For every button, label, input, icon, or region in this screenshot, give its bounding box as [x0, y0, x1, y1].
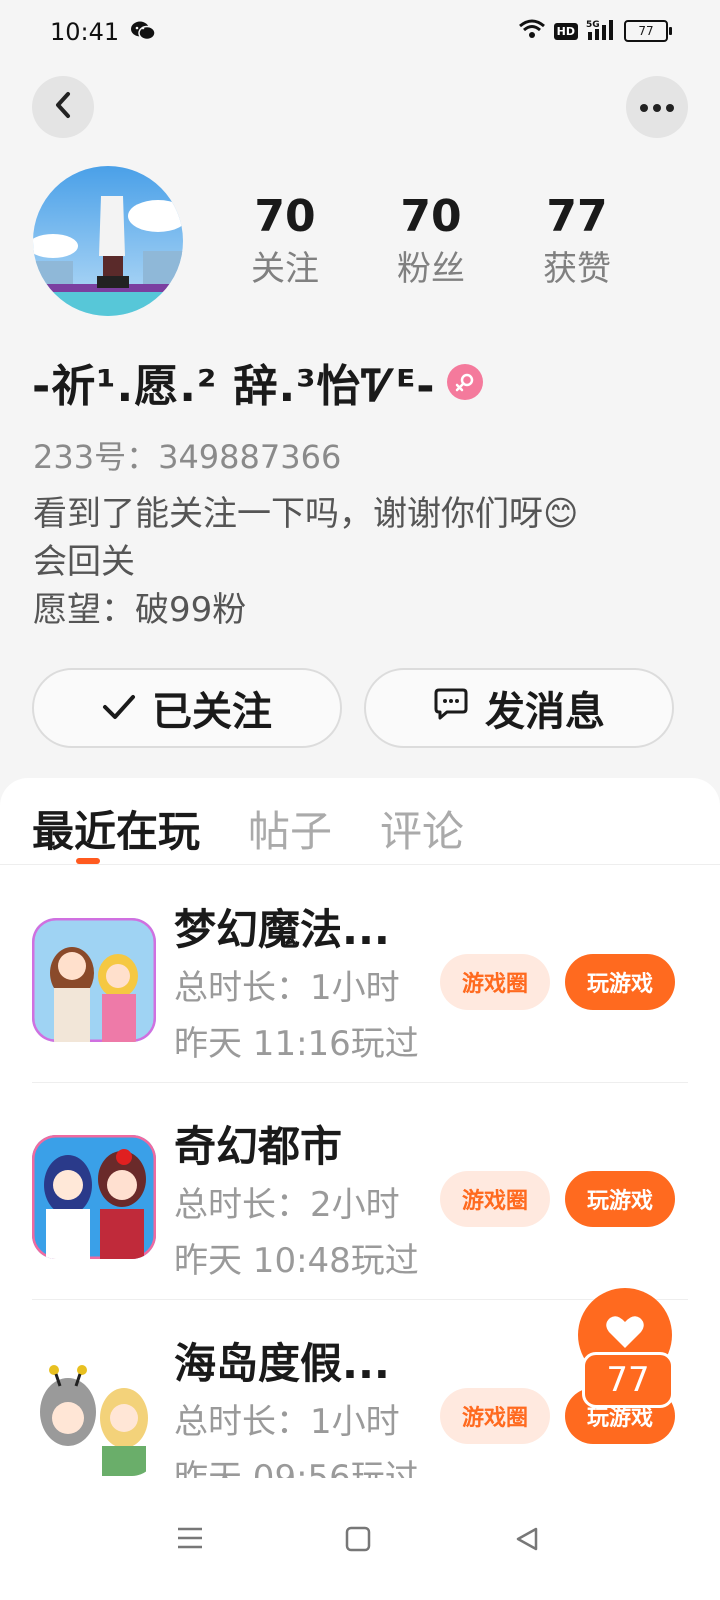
user-id: 233号：349887366	[33, 438, 342, 476]
game-last-played: 昨天 11:16玩过	[174, 1024, 419, 1064]
game-name: 梦幻魔法...	[174, 905, 390, 954]
status-bar: 10:41 HD 5G 77	[0, 0, 720, 66]
send-message-button[interactable]: 发消息	[364, 668, 674, 748]
stat-label: 关注	[251, 249, 319, 289]
tab-posts[interactable]: 帖子	[248, 798, 332, 859]
stat-value: 70	[254, 191, 316, 242]
status-time: 10:41	[50, 18, 120, 46]
system-icons: HD 5G 77	[518, 18, 672, 44]
stat-following[interactable]: 70 关注	[212, 190, 358, 294]
hd-icon: HD	[553, 22, 578, 40]
tab-comments[interactable]: 评论	[380, 798, 464, 859]
tab-bar: 最近在玩 帖子 评论	[32, 798, 464, 859]
content-panel: 最近在玩 帖子 评论 梦幻魔法... 总时长：1小时 昨天 11:16玩过 游戏…	[0, 778, 720, 1600]
game-duration: 总时长：1小时	[174, 1402, 400, 1442]
tab-recently-played[interactable]: 最近在玩	[32, 798, 200, 859]
list-item[interactable]: 梦幻魔法... 总时长：1小时 昨天 11:16玩过 游戏圈 玩游戏	[0, 866, 720, 1083]
stat-value: 70	[400, 191, 462, 242]
wechat-icon	[130, 20, 156, 46]
female-gender-icon	[447, 364, 484, 400]
list-item[interactable]: 奇幻都市 总时长：2小时 昨天 10:48玩过 游戏圈 玩游戏	[0, 1083, 720, 1300]
menu-icon[interactable]	[176, 1526, 204, 1554]
nickname-row: -祈¹.愿.² 辞.³怡Ꮴᴱ-	[32, 350, 484, 414]
game-name: 奇幻都市	[174, 1122, 343, 1171]
chevron-left-icon	[53, 91, 73, 123]
followed-button[interactable]: 已关注	[32, 668, 342, 748]
avatar[interactable]	[33, 166, 183, 316]
back-button[interactable]	[32, 76, 94, 138]
nickname: -祈¹.愿.² 辞.³怡Ꮴᴱ-	[32, 361, 436, 412]
play-game-button[interactable]: 玩游戏	[565, 954, 675, 1010]
bio-line: 看到了能关注一下吗，谢谢你们呀😊	[33, 494, 579, 534]
more-dots-icon	[639, 98, 675, 117]
stat-label: 获赞	[543, 249, 611, 289]
bio-line: 会回关	[33, 542, 135, 582]
play-game-button[interactable]: 玩游戏	[565, 1171, 675, 1227]
game-icon	[32, 1135, 156, 1259]
followed-label: 已关注	[152, 689, 272, 735]
more-button[interactable]	[626, 76, 688, 138]
game-name: 海岛度假...	[174, 1339, 390, 1388]
stat-likes[interactable]: 77 获赞	[504, 190, 650, 294]
chat-bubble-icon	[433, 685, 469, 731]
game-icon	[32, 918, 156, 1042]
game-icon	[32, 1352, 156, 1476]
game-last-played: 昨天 10:48玩过	[174, 1241, 419, 1281]
bio-line: 愿望：破99粉	[33, 590, 247, 630]
game-circle-button[interactable]: 游戏圈	[440, 1171, 550, 1227]
home-icon[interactable]	[345, 1526, 371, 1556]
stat-fans[interactable]: 70 粉丝	[358, 190, 504, 294]
game-circle-button[interactable]: 游戏圈	[440, 1388, 550, 1444]
game-duration: 总时长：2小时	[174, 1185, 400, 1225]
svg-text:5G: 5G	[586, 20, 600, 30]
game-circle-button[interactable]: 游戏圈	[440, 954, 550, 1010]
bio: 看到了能关注一下吗，谢谢你们呀😊 会回关 愿望：破99粉	[33, 490, 578, 634]
wifi-icon	[518, 19, 546, 43]
system-nav-bar	[0, 1500, 720, 1600]
check-icon	[102, 685, 136, 731]
like-count: 77	[582, 1352, 674, 1408]
profile-stats: 70 关注 70 粉丝 77 获赞	[212, 190, 650, 294]
game-duration: 总时长：1小时	[174, 968, 400, 1008]
divider	[0, 864, 720, 865]
signal-5g-icon: 5G	[586, 18, 616, 44]
stat-value: 77	[546, 191, 608, 242]
send-message-label: 发消息	[485, 689, 605, 735]
game-last-played: 昨天 09:56玩过	[174, 1458, 419, 1478]
battery-icon: 77	[624, 20, 672, 42]
heart-icon	[605, 1314, 645, 1354]
stat-label: 粉丝	[397, 249, 465, 289]
back-triangle-icon[interactable]	[514, 1526, 540, 1556]
